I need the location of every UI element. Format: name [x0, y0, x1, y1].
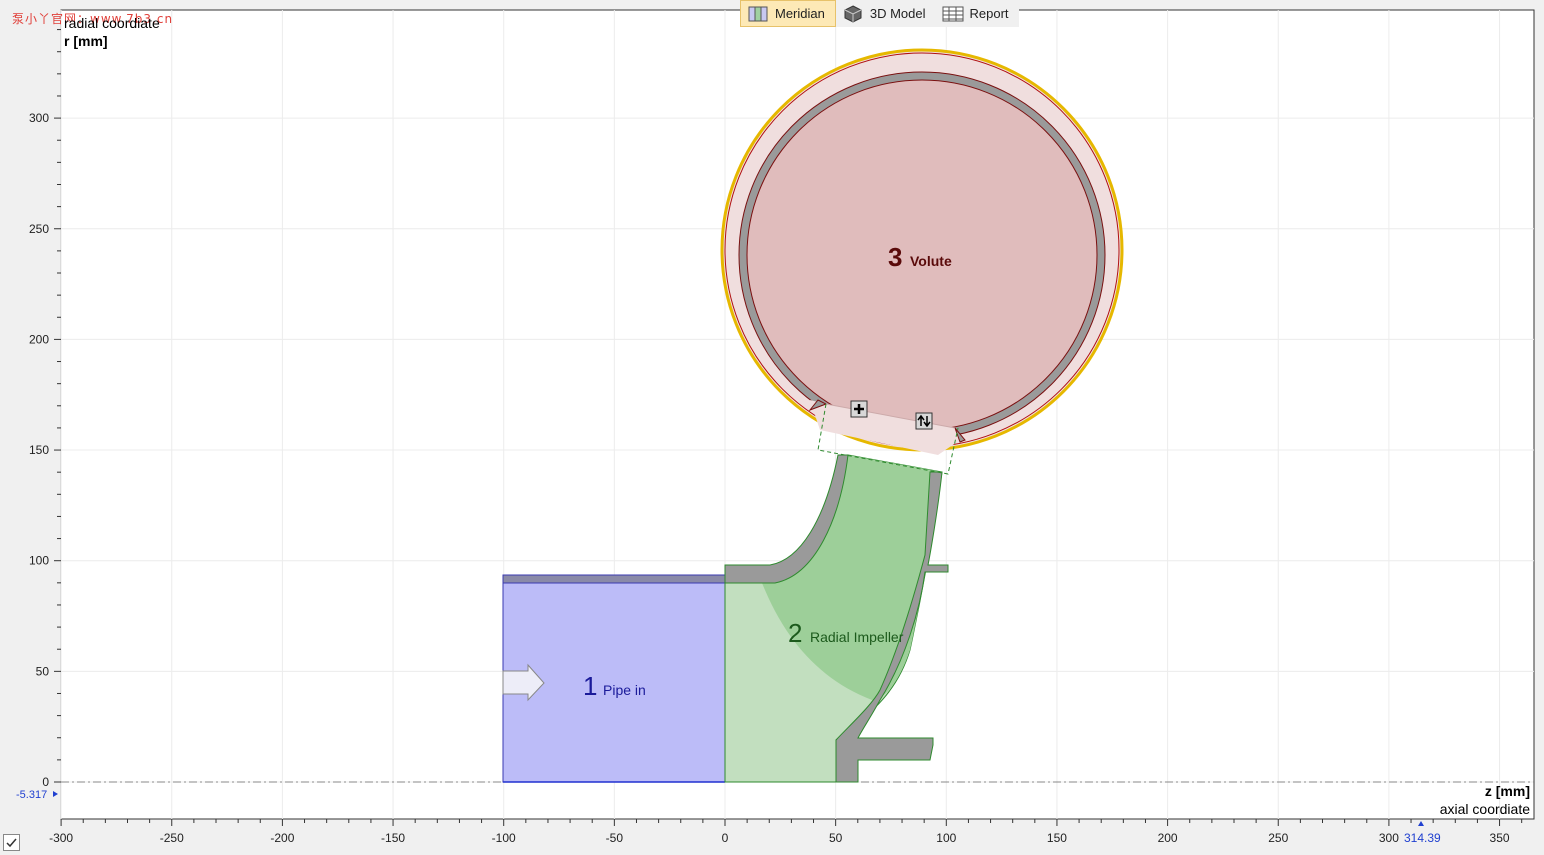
- x-tick-label: -300: [49, 831, 73, 845]
- y-cursor-value: -5.317: [16, 789, 47, 801]
- y-tick-label: 50: [36, 664, 50, 678]
- x-cursor-marker-icon: [1418, 821, 1424, 826]
- x-tick-label: 0: [722, 831, 729, 845]
- x-axis: -300 -250 -200 -150 -100 -50 0 50 100 150 200 250 30…: [49, 819, 1523, 845]
- y-axis-title: radial coordiate r [mm]: [64, 14, 160, 50]
- x-tick-label: 200: [1158, 831, 1178, 845]
- volute-number: 3: [888, 242, 902, 272]
- x-tick-label: -100: [492, 831, 516, 845]
- tab-report-label: Report: [969, 6, 1009, 21]
- x-tick-label: 300: [1379, 831, 1399, 845]
- y-tick-label: 200: [29, 332, 49, 346]
- y-axis: 0 50 100 150 200 250 300: [29, 29, 61, 789]
- y-tick-label: 100: [29, 554, 49, 568]
- x-tick-label: 350: [1490, 831, 1510, 845]
- tab-meridian[interactable]: Meridian: [740, 0, 836, 27]
- y-cursor-marker-icon: [53, 791, 58, 797]
- y-axis-title-line2: r [mm]: [64, 33, 108, 49]
- pipe-in-number: 1: [583, 671, 597, 701]
- add-point-icon[interactable]: [850, 400, 868, 418]
- meridian-plot[interactable]: -300 -250 -200 -150 -100 -50 0 50 100 150 200 250 30…: [0, 0, 1544, 855]
- x-tick-label: -150: [381, 831, 405, 845]
- y-axis-title-line1: radial coordiate: [64, 15, 160, 31]
- x-tick-label: 50: [829, 831, 843, 845]
- volute-label: Volute: [910, 253, 952, 269]
- tab-3d-model-label: 3D Model: [869, 6, 926, 21]
- check-icon: [6, 838, 17, 848]
- x-axis-title-line2: axial coordiate: [1439, 801, 1530, 817]
- pipe-in-label: Pipe in: [603, 682, 646, 698]
- pipe-in-region[interactable]: [502, 574, 726, 783]
- y-tick-label: 250: [29, 222, 49, 236]
- x-tick-label: 150: [1047, 831, 1067, 845]
- table-icon: [942, 6, 963, 21]
- y-tick-label: 300: [29, 111, 49, 125]
- swap-direction-icon[interactable]: [915, 412, 933, 430]
- x-tick-label: 250: [1268, 831, 1288, 845]
- view-tabs: Meridian 3D Model Report: [740, 0, 1019, 27]
- x-tick-label: -50: [606, 831, 624, 845]
- y-tick-label: 150: [29, 443, 49, 457]
- tab-meridian-label: Meridian: [775, 6, 825, 21]
- x-tick-label: -250: [160, 831, 184, 845]
- options-checkbox[interactable]: [3, 834, 20, 851]
- impeller-label: Radial Impeller: [810, 629, 904, 645]
- tab-report[interactable]: Report: [936, 0, 1019, 27]
- x-axis-title: z [mm] axial coordiate: [1440, 782, 1530, 818]
- x-cursor-value: 314.39: [1404, 831, 1441, 845]
- tab-3d-model[interactable]: 3D Model: [836, 0, 936, 27]
- x-tick-label: 100: [936, 831, 956, 845]
- cube-icon: [844, 4, 862, 23]
- y-tick-label: 0: [42, 775, 49, 789]
- x-axis-title-line1: z [mm]: [1484, 783, 1530, 799]
- x-tick-label: -200: [270, 831, 294, 845]
- meridian-icon: [748, 6, 768, 21]
- impeller-number: 2: [788, 618, 802, 648]
- pipe-wall: [502, 574, 726, 584]
